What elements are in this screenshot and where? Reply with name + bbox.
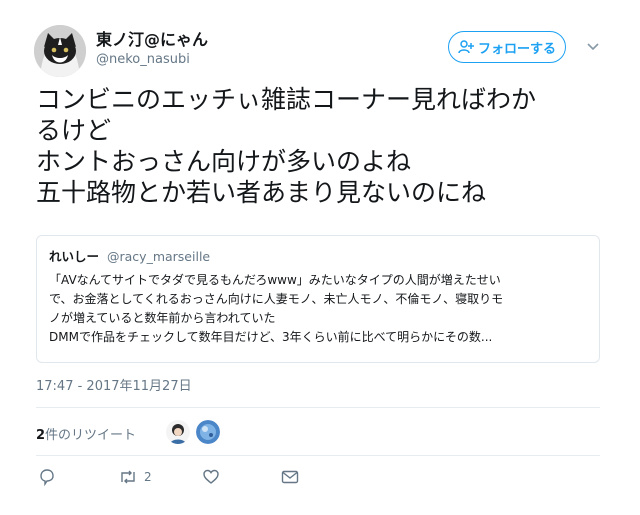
author-display-name[interactable]: 東ノ汀@にゃん bbox=[96, 26, 208, 50]
author-username[interactable]: @neko_nasubi bbox=[96, 52, 190, 67]
follow-button-label: フォローする bbox=[477, 41, 556, 57]
tweet-actions: 2 bbox=[36, 468, 336, 492]
follow-button[interactable]: フォローする bbox=[448, 31, 566, 63]
quoted-line: 「AVなんてサイトでタダで見るもんだろwww」みたいなタイプの人間が増えたせい bbox=[49, 273, 501, 287]
quoted-line: ノが増えていると数年前から言われていた bbox=[49, 311, 276, 325]
author-avatar[interactable] bbox=[34, 25, 86, 77]
reply-icon bbox=[40, 469, 54, 486]
quoted-display-name: れいしー bbox=[49, 249, 100, 264]
retweet-count-number: 2 bbox=[36, 428, 46, 443]
quoted-line: で、お金落としてくれるおっさん向けに人妻モノ、未亡人モノ、不倫モノ、寝取りモ bbox=[49, 292, 504, 306]
retweet-stats[interactable]: 2件のリツイート bbox=[36, 424, 136, 443]
quoted-tweet-header: れいしー @racy_marseille bbox=[49, 246, 587, 265]
envelope-icon bbox=[281, 470, 299, 484]
divider bbox=[36, 407, 600, 408]
add-user-icon bbox=[458, 40, 474, 54]
tweet-line: るけど bbox=[36, 116, 112, 145]
quoted-tweet[interactable]: れいしー @racy_marseille 「AVなんてサイトでタダで見るもんだろ… bbox=[36, 235, 600, 363]
tweet-line: 五十路物とか若い者あまり見ないのにね bbox=[36, 178, 487, 207]
retweet-count-label: 件のリツイート bbox=[45, 428, 137, 443]
tweet-timestamp[interactable]: 17:47 - 2017年11月27日 bbox=[36, 375, 192, 394]
divider bbox=[36, 455, 600, 456]
retweeter-avatar[interactable] bbox=[196, 420, 220, 444]
retweeter-avatar[interactable] bbox=[166, 420, 190, 444]
retweet-action-count: 2 bbox=[144, 470, 152, 484]
cat-avatar-icon bbox=[34, 25, 86, 77]
quoted-line: DMMで作品をチェックして数年目だけど、3年くらい前に比べて明らかにその数... bbox=[49, 330, 493, 344]
like-button[interactable] bbox=[202, 468, 220, 486]
quoted-tweet-text: 「AVなんてサイトでタダで見るもんだろwww」みたいなタイプの人間が増えたせい … bbox=[49, 271, 587, 347]
retweet-button[interactable]: 2 bbox=[118, 468, 152, 486]
reply-button[interactable] bbox=[38, 468, 56, 486]
heart-icon bbox=[203, 469, 219, 484]
tweet-text: コンビニのエッチぃ雑誌コーナー見ればわか るけど ホントおっさん向けが多いのよね… bbox=[36, 84, 596, 208]
chevron-down-icon[interactable] bbox=[585, 38, 601, 54]
retweet-icon bbox=[121, 470, 135, 484]
direct-message-button[interactable] bbox=[280, 468, 300, 486]
tweet-line: ホントおっさん向けが多いのよね bbox=[36, 147, 412, 176]
tweet-line: コンビニのエッチぃ雑誌コーナー見ればわか bbox=[36, 85, 537, 114]
user-avatar-icon bbox=[196, 420, 220, 444]
user-avatar-icon bbox=[166, 420, 190, 444]
quoted-username: @racy_marseille bbox=[107, 249, 211, 264]
